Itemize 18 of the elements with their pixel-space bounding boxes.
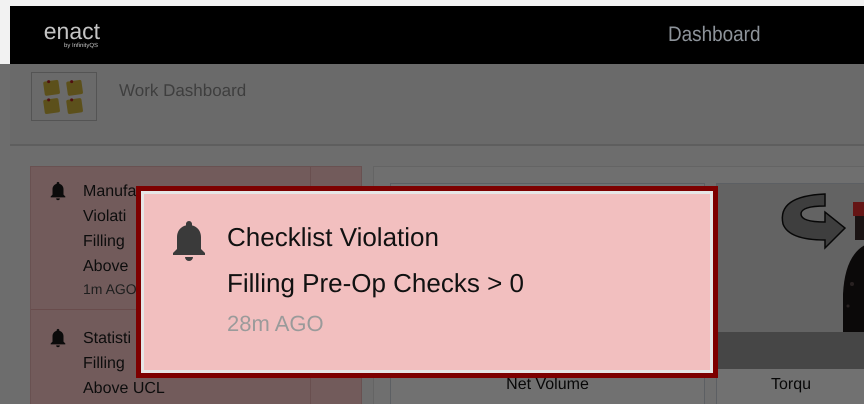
- tile-label: Torqu: [770, 375, 812, 394]
- notification-text: Above: [83, 257, 130, 277]
- notification-text: Violati: [83, 207, 128, 227]
- notification-text: Manufa: [83, 182, 137, 202]
- notification-text: Statisti: [83, 329, 132, 349]
- alert-time: 28m AGO: [227, 310, 325, 338]
- alert-popup[interactable]: Checklist Violation Filling Pre-Op Checks > 0 28m AGO: [136, 186, 718, 378]
- notification-text: Filling: [83, 232, 126, 252]
- alert-message: Filling Pre-Op Checks > 0: [227, 267, 524, 300]
- notification-text: Filling: [83, 354, 126, 374]
- alert-title: Checklist Violation: [227, 221, 440, 254]
- tile-label: Net Volume: [505, 375, 590, 394]
- notification-time: 1m AGO: [83, 280, 137, 299]
- logo-text: enact: [44, 20, 100, 42]
- sticky-notes-icon[interactable]: [31, 72, 97, 121]
- notification-text: Above UCL: [83, 379, 165, 399]
- page-title: Dashboard: [668, 23, 760, 47]
- measurement-tile[interactable]: Torqu: [716, 183, 864, 404]
